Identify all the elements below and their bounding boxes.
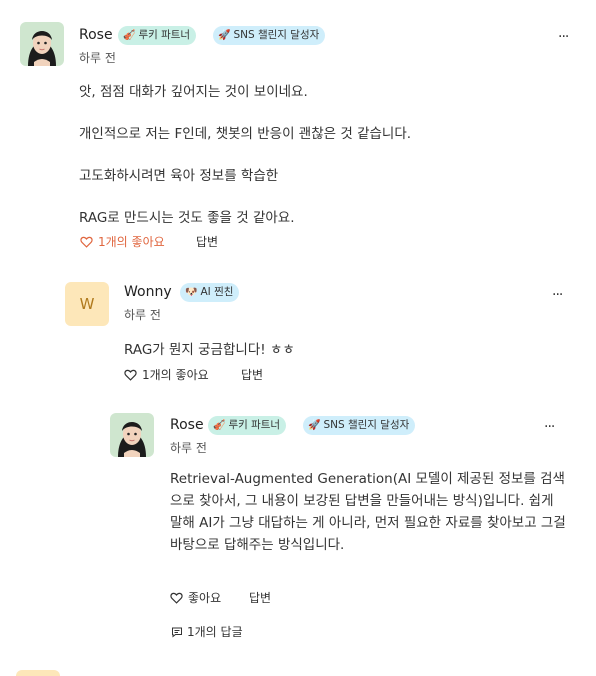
avatar[interactable]: W: [65, 282, 109, 326]
author-name[interactable]: Rose: [79, 27, 113, 43]
timestamp: 하루 전: [124, 308, 161, 322]
avatar[interactable]: [20, 22, 64, 66]
like-button[interactable]: 1개의 좋아요: [80, 233, 165, 250]
comment-text: Retrieval-Augmented Generation(AI 모델이 제공…: [170, 471, 566, 553]
reply-count-label: 1개의 답글: [187, 625, 243, 639]
badge-label: AI 찐친: [200, 286, 234, 298]
reply-label: 답변: [196, 235, 219, 249]
replies-toggle[interactable]: 1개의 답글: [171, 623, 243, 640]
reply-button[interactable]: 답변: [241, 366, 263, 383]
heart-icon: [124, 369, 137, 381]
next-comment-avatar-peek: [16, 670, 60, 676]
badge-sns-challenge: 🚀 SNS 챌린지 달성자: [213, 26, 326, 45]
badge-label: 루키 파트너: [228, 419, 281, 431]
comment-line: 고도화하시려면 육아 정보를 학습한: [79, 168, 279, 184]
like-count-label: 1개의 좋아요: [142, 368, 209, 382]
timestamp: 하루 전: [79, 51, 116, 65]
comment-line: RAG로 만드시는 것도 좋을 것 같아요.: [79, 210, 295, 226]
avatar-image: [110, 413, 154, 457]
heart-icon: [80, 236, 93, 248]
violin-icon: 🎻: [123, 30, 136, 41]
avatar[interactable]: [110, 413, 154, 457]
dog-icon: 🐶: [185, 287, 198, 298]
author-name[interactable]: Rose: [170, 417, 204, 433]
badge-sns-challenge: 🚀 SNS 챌린지 달성자: [303, 416, 416, 435]
like-button[interactable]: 좋아요: [170, 589, 221, 606]
like-button[interactable]: 1개의 좋아요: [124, 366, 209, 383]
violin-icon: 🎻: [213, 420, 226, 431]
avatar-image: [20, 22, 64, 66]
more-options-button[interactable]: ···: [544, 420, 555, 434]
heart-icon: [170, 592, 183, 604]
timestamp: 하루 전: [170, 441, 207, 455]
like-count-label: 1개의 좋아요: [98, 235, 165, 249]
comment-line: 개인적으로 저는 F인데, 챗봇의 반응이 괜찮은 것 같습니다.: [79, 126, 412, 142]
badge-label: SNS 챌린지 달성자: [323, 419, 410, 431]
reply-button[interactable]: 답변: [249, 589, 271, 606]
more-options-button[interactable]: ···: [558, 30, 569, 44]
speech-bubble-icon: [171, 626, 183, 638]
reply-label: 답변: [249, 591, 272, 605]
badge-rookie-partner: 🎻 루키 파트너: [208, 416, 287, 435]
rocket-icon: 🚀: [218, 30, 231, 41]
badge-rookie-partner: 🎻 루키 파트너: [118, 26, 197, 45]
reply-label: 답변: [241, 368, 264, 382]
like-label: 좋아요: [188, 591, 222, 605]
comment-line: 앗, 점점 대화가 깊어지는 것이 보이네요.: [79, 84, 308, 100]
reply-button[interactable]: 답변: [196, 233, 218, 250]
avatar-letter: W: [79, 295, 95, 313]
badge-label: 루키 파트너: [138, 29, 191, 41]
rocket-icon: 🚀: [308, 420, 321, 431]
comment-text: RAG가 뭔지 궁금합니다! ㅎㅎ: [124, 342, 295, 358]
author-name[interactable]: Wonny: [124, 284, 172, 300]
badge-ai-friend: 🐶 AI 찐친: [180, 283, 240, 302]
badge-label: SNS 챌린지 달성자: [233, 29, 320, 41]
more-options-button[interactable]: ···: [552, 288, 563, 302]
